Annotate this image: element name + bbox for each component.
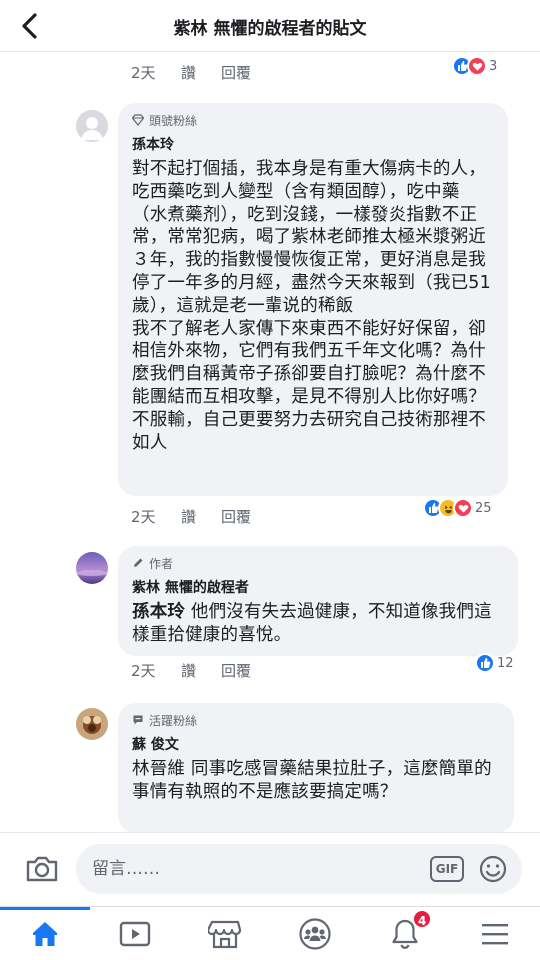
comment-paragraph: 對不起打個插，我本身是有重大傷病卡的人，吃西藥吃到人變型（含有類固醇），吃中藥（… <box>132 159 491 316</box>
like-link[interactable]: 讚 <box>181 660 196 681</box>
comment-time: 2天 <box>131 662 156 680</box>
comment-bubble: 活躍粉絲 蘇 俊文 林晉維 同事吃感冒藥結果拉肚子，這麼簡單的事情有執照的不是應… <box>118 703 514 833</box>
smiley-icon <box>479 855 507 883</box>
comment-time: 2天 <box>131 508 156 526</box>
reaction-count: 12 <box>497 655 514 671</box>
reply-link[interactable]: 回覆 <box>221 660 251 681</box>
comment-time: 2天 <box>131 64 156 82</box>
menu-icon <box>482 924 508 945</box>
comment-bubble: 作者 紫林 無懼的啟程者 孫本玲 他們沒有失去過健康，不知道像我們這樣重拾健康的… <box>118 546 518 656</box>
reaction-summary[interactable]: 25 <box>423 497 492 519</box>
home-icon <box>33 922 57 946</box>
video-icon <box>119 921 151 947</box>
chat-bubble-icon <box>133 715 143 725</box>
default-avatar-icon <box>76 110 108 142</box>
badge-label: 作者 <box>149 556 174 571</box>
avatar[interactable] <box>76 708 108 740</box>
user-avatar-icon <box>76 708 108 740</box>
marketplace-icon <box>208 920 242 949</box>
like-reaction-icon <box>475 653 495 673</box>
tab-marketplace[interactable] <box>180 907 270 960</box>
gif-button[interactable]: GIF <box>430 856 464 882</box>
comment-text: 林晉維 同事吃感冒藥結果拉肚子，這麼簡單的事情有執照的不是應該要搞定嗎？ <box>132 758 500 804</box>
fan-badge: 頭號粉絲 <box>132 112 494 128</box>
mention-link[interactable]: 林晉維 <box>132 759 185 779</box>
avatar[interactable] <box>76 552 108 584</box>
comment-text: 對不起打個插，我本身是有重大傷病卡的人，吃西藥吃到人變型（含有類固醇），吃中藥（… <box>132 158 494 454</box>
tab-video[interactable] <box>90 907 180 960</box>
comment-composer: GIF <box>0 832 540 906</box>
emoji-button[interactable] <box>478 854 508 884</box>
camera-button[interactable] <box>24 851 60 887</box>
tab-menu[interactable] <box>450 907 540 960</box>
badge-label: 頭號粉絲 <box>149 113 198 128</box>
reaction-count: 25 <box>475 500 492 516</box>
love-reaction-icon <box>453 498 473 518</box>
comment-input-container: GIF <box>76 844 522 894</box>
comment-input[interactable] <box>92 856 412 882</box>
avatar[interactable] <box>76 110 108 142</box>
fan-badge: 活躍粉絲 <box>132 712 500 728</box>
author-badge: 作者 <box>132 555 504 571</box>
comment-meta: 2天 讚 回覆 <box>131 660 411 682</box>
comment-bubble: 頭號粉絲 孫本玲 對不起打個插，我本身是有重大傷病卡的人，吃西藥吃到人變型（含有… <box>118 103 508 496</box>
page-title: 紫林 無懼的啟程者的貼文 <box>173 19 367 39</box>
groups-icon <box>299 918 331 950</box>
reply-link[interactable]: 回覆 <box>221 506 251 527</box>
reply-link[interactable]: 回覆 <box>221 62 251 83</box>
pencil-icon <box>134 558 143 567</box>
bottom-nav: 4 <box>0 906 540 960</box>
comment-meta: 2天 讚 回覆 <box>131 506 411 528</box>
comment-author[interactable]: 紫林 無懼的啟程者 <box>132 577 504 597</box>
comment-author[interactable]: 蘇 俊文 <box>132 734 500 754</box>
top-bar: 紫林 無懼的啟程者的貼文 <box>0 0 540 52</box>
chevron-left-icon <box>22 13 37 39</box>
comment-body: 同事吃感冒藥結果拉肚子，這麼簡單的事情有執照的不是應該要搞定嗎？ <box>132 759 492 802</box>
badge-label: 活躍粉絲 <box>149 713 198 728</box>
like-link[interactable]: 讚 <box>181 506 196 527</box>
like-link[interactable]: 讚 <box>181 62 196 83</box>
comment-paragraph: 我不了解老人家傳下來東西不能好好保留，卻相信外來物，它們有我們五千年文化嗎？為什… <box>132 318 486 453</box>
comment-body: 他們沒有失去過健康，不知道像我們這樣重拾健康的喜悅。 <box>132 602 492 645</box>
author-avatar-icon <box>76 552 108 584</box>
diamond-icon <box>132 114 144 126</box>
back-button[interactable] <box>14 10 48 42</box>
reaction-count: 3 <box>489 58 498 74</box>
tab-groups[interactable] <box>270 907 360 960</box>
tab-notifications[interactable]: 4 <box>360 907 450 960</box>
comment-text: 孫本玲 他們沒有失去過健康，不知道像我們這樣重拾健康的喜悅。 <box>132 601 504 647</box>
love-reaction-icon <box>467 56 487 76</box>
mention-link[interactable]: 孫本玲 <box>132 602 185 622</box>
reaction-summary[interactable]: 12 <box>475 652 514 674</box>
tab-home[interactable] <box>0 907 90 960</box>
active-tab-indicator <box>0 907 90 910</box>
camera-icon <box>26 856 58 882</box>
reaction-summary[interactable]: 3 <box>452 55 497 77</box>
comment-author[interactable]: 孫本玲 <box>132 134 494 154</box>
notification-count-badge: 4 <box>412 909 433 929</box>
